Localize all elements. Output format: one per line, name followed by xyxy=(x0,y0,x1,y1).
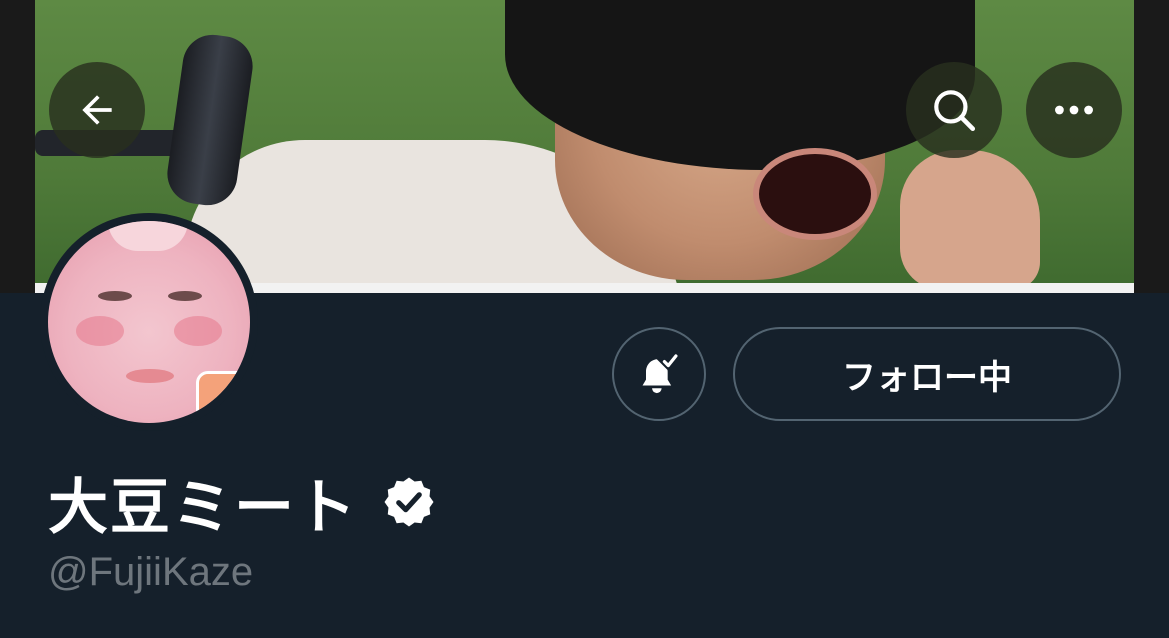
avatar-eye-left xyxy=(98,291,132,301)
following-button[interactable]: フォロー中 xyxy=(733,327,1121,421)
banner-mouth-shape xyxy=(753,148,877,240)
display-name-row: 大豆ミート xyxy=(48,462,438,543)
avatar-eye-right xyxy=(168,291,202,301)
profile-page: フォロー中 大豆ミート @FujiiKaze xyxy=(0,0,1169,638)
search-icon xyxy=(934,90,976,132)
avatar-cheek-right xyxy=(174,316,222,346)
avatar-cheek-left xyxy=(76,316,124,346)
arrow-left-icon xyxy=(82,95,112,125)
username-handle: @FujiiKaze xyxy=(48,550,254,594)
back-button[interactable] xyxy=(49,62,145,158)
more-options-button[interactable] xyxy=(1026,62,1122,158)
avatar[interactable] xyxy=(40,213,258,431)
avatar-sticker xyxy=(196,371,250,421)
notifications-button[interactable] xyxy=(612,327,706,421)
banner-hand-shape xyxy=(900,150,1040,290)
avatar-heart-shape xyxy=(108,221,188,251)
more-horizontal-icon xyxy=(1055,105,1093,115)
avatar-mouth xyxy=(126,369,174,383)
search-button[interactable] xyxy=(906,62,1002,158)
avatar-image xyxy=(48,221,250,423)
display-name: 大豆ミート xyxy=(48,472,358,543)
verified-badge-icon xyxy=(380,473,438,531)
bell-check-icon xyxy=(642,354,678,394)
